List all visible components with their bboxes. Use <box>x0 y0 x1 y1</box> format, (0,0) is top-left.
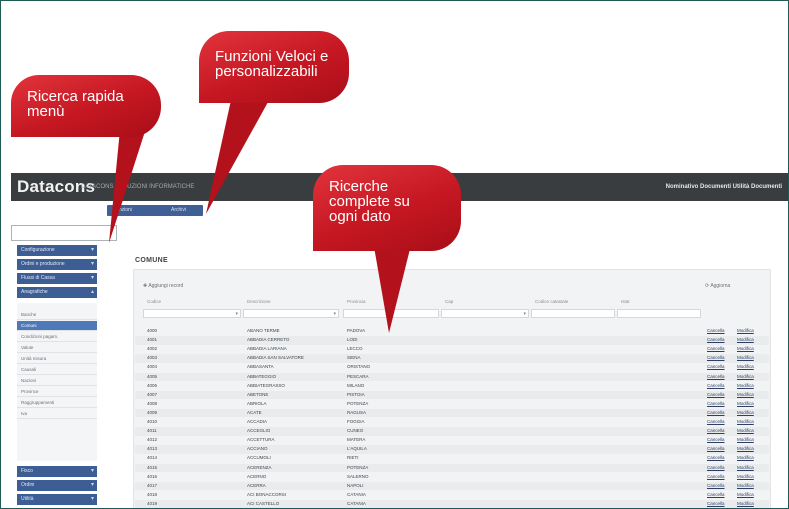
callout-ricerche-complete: Ricerche complete su ogni dato <box>313 165 461 251</box>
screenshot-frame: Datacons DATACONS SOLUZIONI INFORMATICHE… <box>0 0 789 509</box>
callout-funzioni-veloci: Funzioni Veloci e personalizzabili <box>199 31 349 103</box>
callout-line: ogni dato <box>329 208 391 225</box>
callout-line: Ricerche <box>329 178 389 195</box>
callout-line: personalizzabili <box>215 63 318 80</box>
callout-line: Funzioni Veloci e <box>215 48 329 65</box>
callout-tail-funzioni <box>206 91 273 214</box>
callout-tail-ricerche <box>373 237 413 333</box>
callout-line: menù <box>27 103 65 120</box>
callout-line: Ricerca rapida <box>27 88 124 105</box>
callout-tail-menu <box>109 119 149 243</box>
callout-ricerca-menu: Ricerca rapida menù <box>11 75 161 137</box>
callout-line: complete su <box>329 193 410 210</box>
